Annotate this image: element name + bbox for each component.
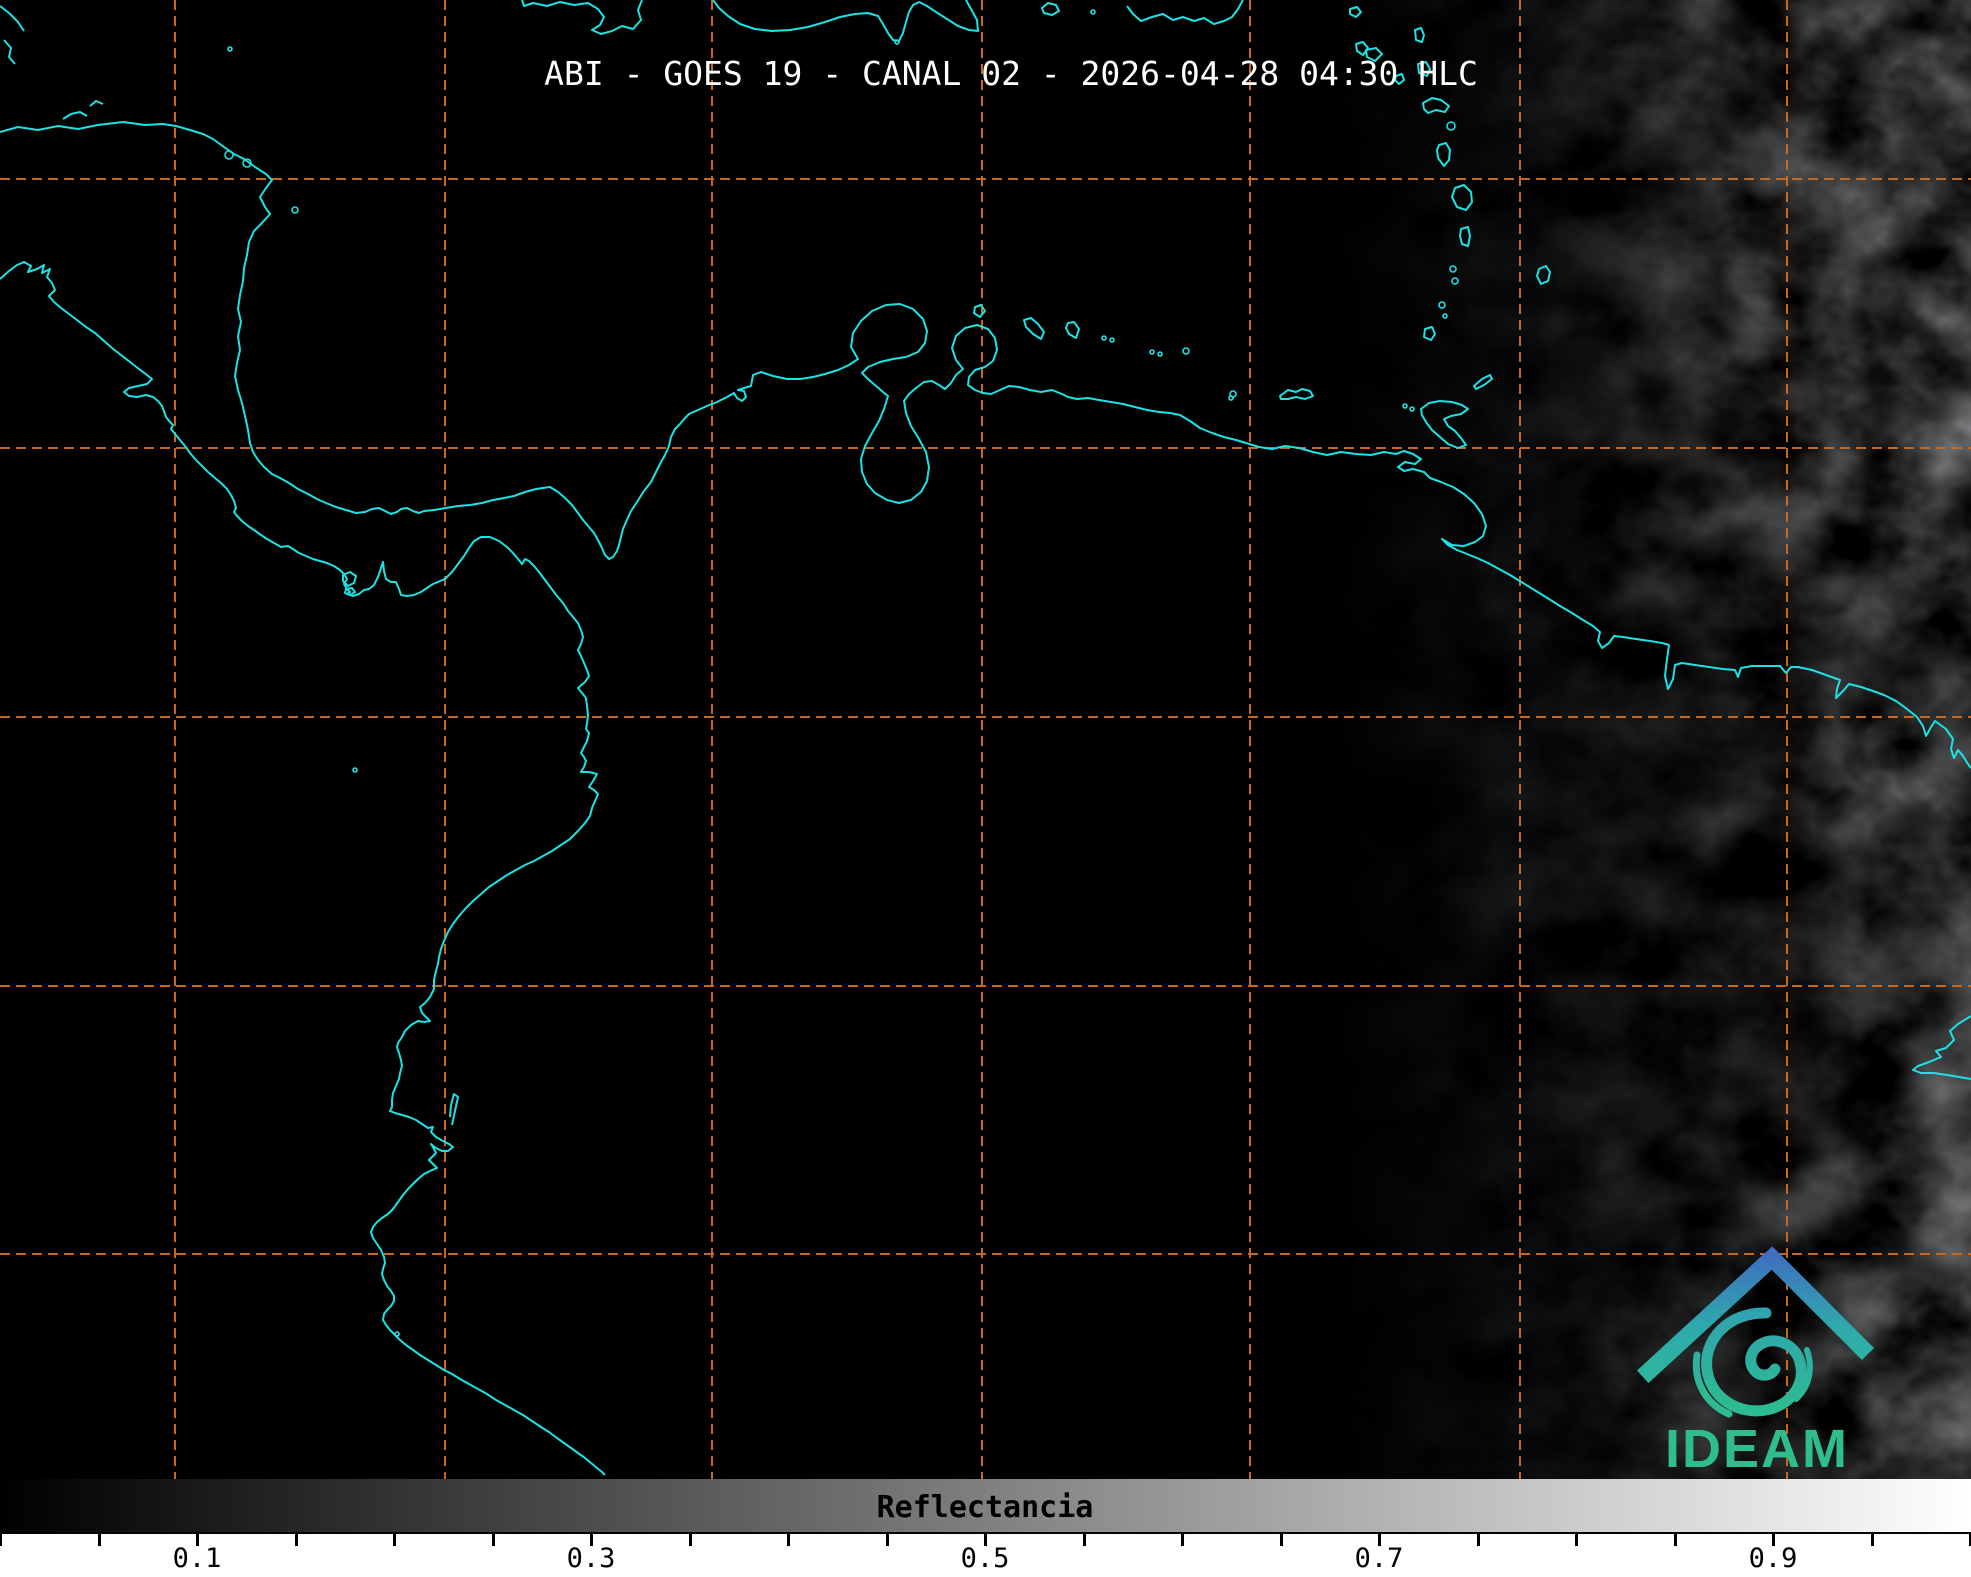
colorbar-tick <box>492 1534 495 1546</box>
colorbar-tick <box>98 1534 101 1546</box>
colorbar-tick-label: 0.7 <box>1355 1543 1404 1574</box>
colorbar: Reflectancia <box>0 1479 1971 1534</box>
colorbar-axis: 0.1 0.3 0.5 0.7 0.9 <box>0 1534 1971 1577</box>
colorbar-tick <box>1674 1534 1677 1546</box>
map-canvas: IDEAM <box>0 0 1971 1479</box>
colorbar-tick <box>689 1534 692 1546</box>
map-title: ABI - GOES 19 - CANAL 02 - 2026-04-28 04… <box>544 54 1478 93</box>
colorbar-tick <box>1181 1534 1184 1546</box>
colorbar-tick <box>1280 1534 1283 1546</box>
colorbar-tick <box>1477 1534 1480 1546</box>
colorbar-tick <box>787 1534 790 1546</box>
ideam-wordmark: IDEAM <box>1665 1419 1849 1479</box>
colorbar-tick <box>0 1534 2 1546</box>
colorbar-tick <box>1575 1534 1578 1546</box>
colorbar-tick <box>886 1534 889 1546</box>
colorbar-tick <box>1871 1534 1874 1546</box>
colorbar-tick <box>393 1534 396 1546</box>
colorbar-tick <box>295 1534 298 1546</box>
satellite-map: IDEAM ABI - GOES 19 - CANAL 02 - 2026-04… <box>0 0 1971 1479</box>
colorbar-tick-label: 0.1 <box>173 1543 222 1574</box>
colorbar-tick <box>1083 1534 1086 1546</box>
colorbar-label: Reflectancia <box>877 1490 1094 1525</box>
colorbar-tick-label: 0.3 <box>567 1543 616 1574</box>
satellite-viewer: IDEAM ABI - GOES 19 - CANAL 02 - 2026-04… <box>0 0 1971 1577</box>
colorbar-tick-label: 0.9 <box>1749 1543 1798 1574</box>
colorbar-tick-label: 0.5 <box>961 1543 1010 1574</box>
cloud-layer <box>1270 0 1971 1479</box>
